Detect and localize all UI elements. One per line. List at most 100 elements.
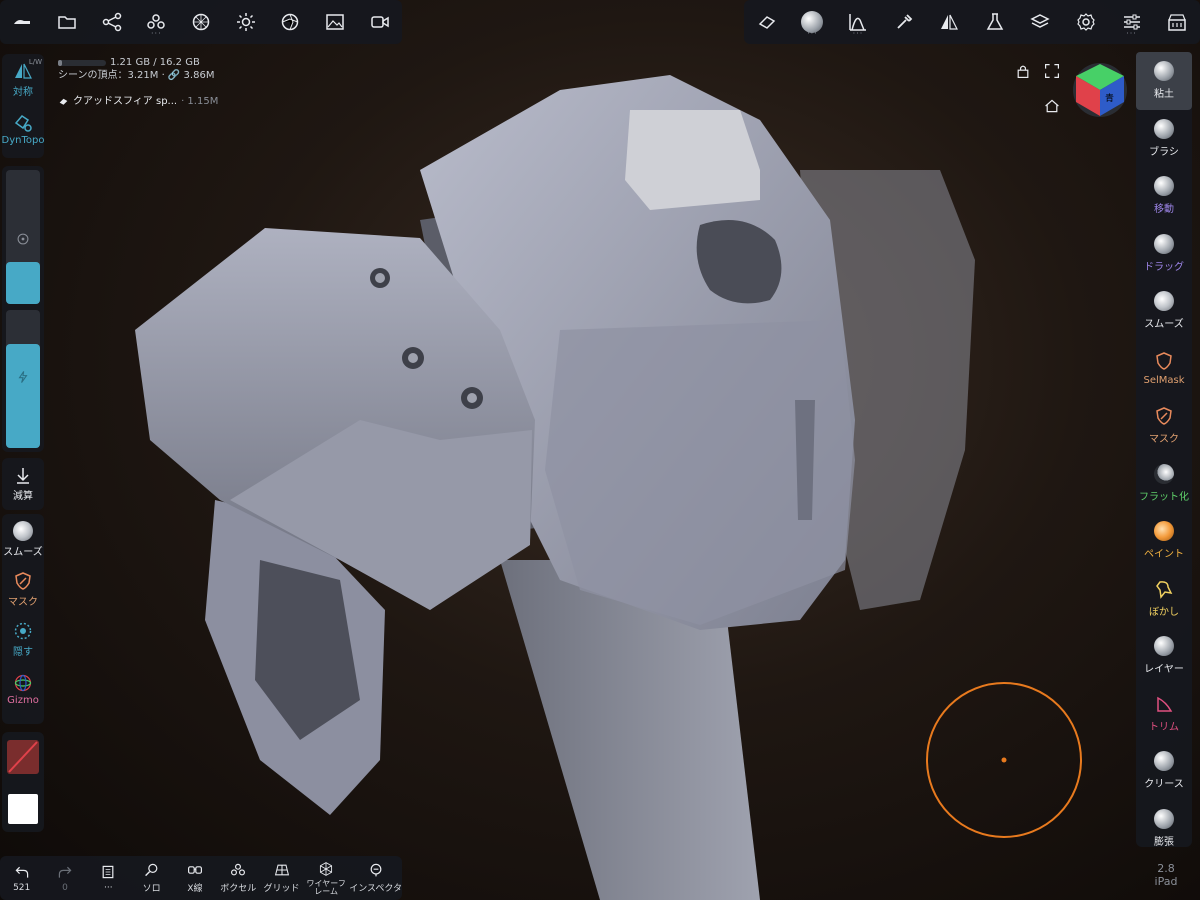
- symmetry-mode-badge: L/W: [28, 58, 42, 66]
- wireframe-button[interactable]: ワイヤーフレーム: [303, 856, 349, 900]
- shop-button[interactable]: [1154, 0, 1200, 44]
- record-button[interactable]: [357, 0, 402, 44]
- mesh-button[interactable]: ···: [134, 0, 179, 44]
- tool-crease[interactable]: クリース: [1136, 742, 1192, 800]
- tool-flatten[interactable]: フラット化: [1136, 455, 1192, 513]
- intensity-slider-fill: [6, 344, 40, 448]
- undo-count: 521: [13, 882, 31, 893]
- files-button[interactable]: [45, 0, 90, 44]
- redo-button[interactable]: 0: [43, 856, 86, 900]
- tool-smudge[interactable]: ぼかし: [1136, 570, 1192, 628]
- tool-mask[interactable]: マスク: [1136, 397, 1192, 455]
- scene-button[interactable]: [89, 0, 134, 44]
- interface-button[interactable]: ···: [1109, 0, 1155, 44]
- top-right-toolbar: ··· ··· ···: [744, 0, 1200, 44]
- undo-button[interactable]: 521: [0, 856, 43, 900]
- tool-label: 粘土: [1154, 89, 1174, 101]
- fullscreen-icon: [1045, 64, 1059, 78]
- symmetry-top-button[interactable]: [926, 0, 972, 44]
- subtract-panel: 減算: [2, 458, 44, 510]
- brush-material-button[interactable]: ···: [790, 0, 836, 44]
- magnifier-icon: [144, 863, 157, 877]
- tool-drag[interactable]: ドラッグ: [1136, 225, 1192, 283]
- tool-brush[interactable]: ブラシ: [1136, 110, 1192, 168]
- tool-trim[interactable]: トリム: [1136, 685, 1192, 743]
- lock-camera-button[interactable]: [1015, 63, 1031, 83]
- view-cube-gizmo[interactable]: 青: [1072, 62, 1128, 118]
- hide-shortcut-label: 隠す: [13, 646, 33, 658]
- lighting-button[interactable]: [223, 0, 268, 44]
- dyntopo-toggle[interactable]: DynTopo: [2, 104, 44, 154]
- tool-clay[interactable]: 粘土: [1136, 52, 1192, 110]
- xray-glasses-icon: [187, 866, 202, 874]
- solo-button[interactable]: ソロ: [130, 856, 173, 900]
- voxel-label: ボクセル: [220, 884, 257, 894]
- gizmo-shortcut[interactable]: Gizmo: [2, 664, 44, 714]
- material-button[interactable]: [179, 0, 224, 44]
- tool-smooth[interactable]: スムーズ: [1136, 282, 1192, 340]
- alpha-button[interactable]: [881, 0, 927, 44]
- layers-button[interactable]: [1018, 0, 1064, 44]
- flatten-brush-icon: [1154, 463, 1174, 484]
- material-swatch[interactable]: [7, 740, 39, 774]
- grid-button[interactable]: グリッド: [260, 856, 303, 900]
- tool-paint[interactable]: ペイント: [1136, 512, 1192, 570]
- nomad-logo-button[interactable]: [0, 0, 45, 44]
- mask-shortcut-label: マスク: [8, 596, 38, 608]
- tool-label: クリース: [1144, 779, 1184, 791]
- radius-slider[interactable]: [6, 170, 40, 304]
- tool-label: ブラシ: [1149, 146, 1179, 158]
- settings-button[interactable]: [1063, 0, 1109, 44]
- smooth-shortcut-label: スムーズ: [3, 546, 43, 558]
- bottom-toolbar: 521 0 ··· ソロ X線 ボクセル グリッド ワイヤーフレーム インスペク…: [0, 856, 402, 900]
- trim-icon: [1157, 696, 1173, 712]
- intensity-icon: [18, 371, 28, 383]
- intensity-slider[interactable]: [6, 310, 40, 448]
- version-number: 2.8: [1157, 862, 1175, 875]
- object-vertex-count: · 1.15M: [181, 96, 219, 107]
- wireframe-label: ワイヤーフレーム: [306, 878, 346, 896]
- color-swatch[interactable]: [8, 794, 38, 824]
- left-panel-top: L/W 対称 DynTopo: [2, 54, 44, 158]
- home-view-button[interactable]: [1044, 98, 1060, 118]
- smooth-shortcut[interactable]: スムーズ: [2, 514, 44, 564]
- fullscreen-button[interactable]: [1044, 63, 1060, 83]
- background-button[interactable]: [313, 0, 358, 44]
- layer-brush-icon: [1154, 636, 1174, 657]
- sculpt-viewport[interactable]: [0, 0, 1200, 900]
- history-button[interactable]: ···: [87, 856, 130, 900]
- symmetry-label: 対称: [13, 86, 33, 98]
- scene-graph-icon: [102, 12, 121, 32]
- xray-button[interactable]: X線: [173, 856, 216, 900]
- dyntopo-icon: [14, 114, 32, 132]
- camera-settings-button[interactable]: [268, 0, 313, 44]
- tool-layer[interactable]: レイヤー: [1136, 627, 1192, 685]
- tool-inflate[interactable]: 膨張: [1136, 800, 1192, 858]
- vertex-count: シーンの頂点：3.21M · 🔗 3.86M: [58, 70, 215, 81]
- mask-shortcut[interactable]: マスク: [2, 564, 44, 614]
- gizmo-face-label: 青: [1105, 94, 1115, 104]
- post-process-button[interactable]: [972, 0, 1018, 44]
- device-name: iPad: [1154, 875, 1178, 888]
- pipette-icon: [896, 14, 912, 29]
- tool-label: ドラッグ: [1144, 261, 1184, 273]
- tool-move[interactable]: 移動: [1136, 167, 1192, 225]
- voxel-button[interactable]: ボクセル: [217, 856, 260, 900]
- inspector-button[interactable]: インスペクタ: [349, 856, 402, 900]
- stroke-button[interactable]: [744, 0, 790, 44]
- crease-brush-icon: [1154, 751, 1174, 772]
- hide-shortcut[interactable]: 隠す: [2, 614, 44, 664]
- falloff-button[interactable]: ···: [835, 0, 881, 44]
- shop-icon: [1168, 14, 1186, 31]
- inspector-label: インスペクタ: [349, 884, 403, 894]
- tool-selmask[interactable]: SelMask: [1136, 340, 1192, 398]
- tool-label: トリム: [1149, 721, 1179, 733]
- symmetry-toggle[interactable]: L/W 対称: [2, 54, 44, 104]
- object-name[interactable]: クアッドスフィア sp...: [73, 95, 177, 108]
- symmetry-icon: [941, 14, 959, 30]
- tool-label: フラット化: [1139, 491, 1189, 503]
- gear-icon: [1077, 13, 1095, 31]
- smudge-icon: [1156, 580, 1173, 599]
- subtract-toggle[interactable]: 減算: [2, 458, 44, 508]
- grid-icon: [274, 864, 289, 876]
